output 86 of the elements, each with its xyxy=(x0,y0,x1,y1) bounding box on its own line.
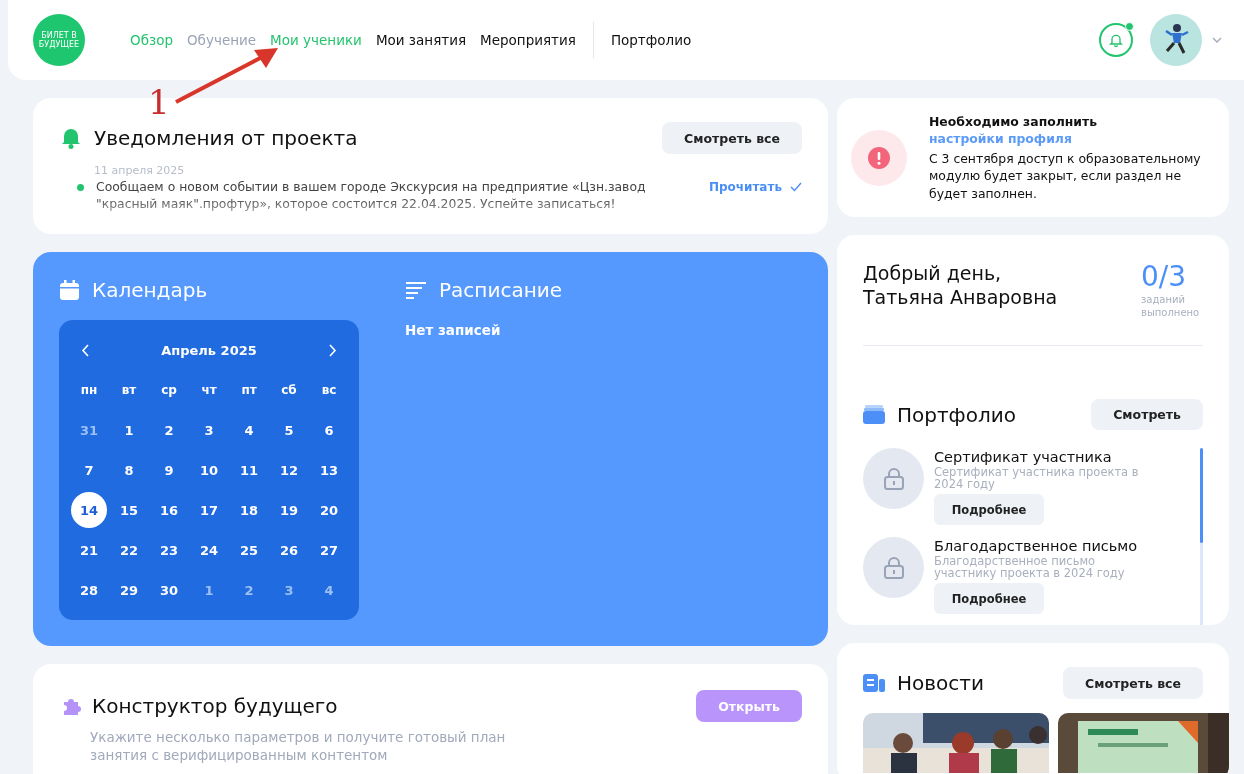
calendar-day[interactable]: 8 xyxy=(111,452,147,488)
card-title: Портфолио xyxy=(897,402,1016,427)
calendar-day[interactable]: 23 xyxy=(151,532,187,568)
calendar-day[interactable]: 3 xyxy=(191,412,227,448)
item-description: Благодарственное письмо участнику проекта в 2024 году xyxy=(934,555,1126,579)
newspaper-icon xyxy=(863,674,885,692)
calendar-day[interactable]: 31 xyxy=(71,412,107,448)
calendar-day[interactable]: 7 xyxy=(71,452,107,488)
item-title: Сертификат участника xyxy=(934,448,1113,466)
calendar-day[interactable]: 1 xyxy=(191,572,227,608)
calendar-day[interactable]: 25 xyxy=(231,532,267,568)
profile-settings-link[interactable]: настройки профиля xyxy=(929,130,1072,146)
view-all-button[interactable]: Смотреть все xyxy=(662,122,802,154)
card-title: Уведомления от проекта xyxy=(94,126,358,150)
calendar-day[interactable]: 3 xyxy=(271,572,307,608)
empty-state-text: Нет записей xyxy=(405,322,502,338)
nav-link[interactable]: Обучение xyxy=(179,32,264,48)
nav-link[interactable]: Портфолио xyxy=(592,22,692,58)
folder-icon xyxy=(863,405,885,424)
list-icon xyxy=(405,281,427,299)
card-title: Календарь xyxy=(92,278,208,302)
calendar-day[interactable]: 15 xyxy=(111,492,147,528)
annotation-number: 1 xyxy=(148,82,170,122)
calendar-day[interactable]: 18 xyxy=(231,492,267,528)
mark-read-button[interactable]: Прочитать xyxy=(708,180,802,194)
calendar-day[interactable]: 17 xyxy=(191,492,227,528)
calendar-day[interactable]: 16 xyxy=(151,492,187,528)
calendar-day[interactable]: 4 xyxy=(311,572,347,608)
calendar-day[interactable]: 19 xyxy=(271,492,307,528)
notification-text: Сообщаем о новом событии в вашем городе Экскурсия на предприятие «Цзн.завод "красный маяк".профтур», которое состоится 22.04.2025. Успейте записаться! xyxy=(96,178,647,212)
item-description: Сертификат участника проекта в 2024 году xyxy=(934,466,1140,490)
weekday-label: пн xyxy=(79,382,99,399)
alert-title: Необходимо заполнить настройки профиля xyxy=(929,112,1099,147)
next-month-button[interactable] xyxy=(329,343,337,357)
calendar-day[interactable]: 30 xyxy=(151,572,187,608)
calendar-day[interactable]: 11 xyxy=(231,452,267,488)
avatar[interactable] xyxy=(1150,14,1202,66)
weekday-label: вс xyxy=(320,382,338,399)
calendar-day[interactable]: 2 xyxy=(151,412,187,448)
calendar-day[interactable]: 10 xyxy=(191,452,227,488)
progress-count: 0/3 xyxy=(1141,261,1188,293)
month-label: Апрель 2025 xyxy=(161,342,257,358)
bell-icon xyxy=(61,127,81,149)
calendar-day[interactable]: 21 xyxy=(71,532,107,568)
scrollbar[interactable] xyxy=(1200,448,1203,625)
weekday-label: вт xyxy=(120,382,138,399)
card-title: Конструктор будущего xyxy=(92,694,338,718)
nav-link[interactable]: Мероприятия xyxy=(473,32,583,48)
item-title: Благодарственное письмо xyxy=(934,537,1139,555)
calendar-day[interactable]: 6 xyxy=(311,412,347,448)
nav-link[interactable]: Мои занятия xyxy=(368,32,474,48)
notification-date: 11 апреля 2025 xyxy=(94,164,186,177)
alert-text: С 3 сентября доступ к образовательному модулю будет закрыт, если раздел не будет заполнен. xyxy=(929,149,1202,203)
calendar-day[interactable]: 1 xyxy=(111,412,147,448)
calendar-day[interactable]: 29 xyxy=(111,572,147,608)
details-button[interactable]: Подробнее xyxy=(934,583,1044,614)
weekday-label: чт xyxy=(200,382,218,399)
calendar-day[interactable]: 27 xyxy=(311,532,347,568)
weekday-label: пт xyxy=(240,382,258,399)
calendar-day[interactable]: 14 xyxy=(71,492,107,528)
view-all-button[interactable]: Смотреть все xyxy=(1063,667,1203,699)
progress-caption: заданий выполнено xyxy=(1141,293,1201,319)
calendar-day[interactable]: 2 xyxy=(231,572,267,608)
weekday-label: сб xyxy=(280,382,298,399)
calendar-icon xyxy=(59,279,80,301)
greeting-text: Добрый день, Татьяна Анваровна xyxy=(863,261,1059,309)
bell-icon xyxy=(1108,32,1124,48)
card-title: Новости xyxy=(897,671,984,695)
calendar-day[interactable]: 9 xyxy=(151,452,187,488)
puzzle-icon xyxy=(61,696,81,716)
calendar-day[interactable]: 22 xyxy=(111,532,147,568)
calendar-day[interactable]: 26 xyxy=(271,532,307,568)
calendar-day[interactable]: 12 xyxy=(271,452,307,488)
calendar-day[interactable]: 4 xyxy=(231,412,267,448)
previous-month-button[interactable] xyxy=(81,343,89,357)
calendar-day[interactable]: 24 xyxy=(191,532,227,568)
calendar-day[interactable]: 13 xyxy=(311,452,347,488)
calendar-day[interactable]: 28 xyxy=(71,572,107,608)
calendar-day[interactable]: 20 xyxy=(311,492,347,528)
weekday-label: ср xyxy=(160,382,178,399)
view-button[interactable]: Смотреть xyxy=(1091,399,1203,430)
calendar-day[interactable]: 5 xyxy=(271,412,307,448)
card-title: Расписание xyxy=(439,278,563,302)
details-button[interactable]: Подробнее xyxy=(934,494,1044,525)
card-description: Укажите несколько параметров и получите готовый план занятия с верифицированным контентом xyxy=(90,728,507,764)
checkmark-icon xyxy=(790,182,802,192)
